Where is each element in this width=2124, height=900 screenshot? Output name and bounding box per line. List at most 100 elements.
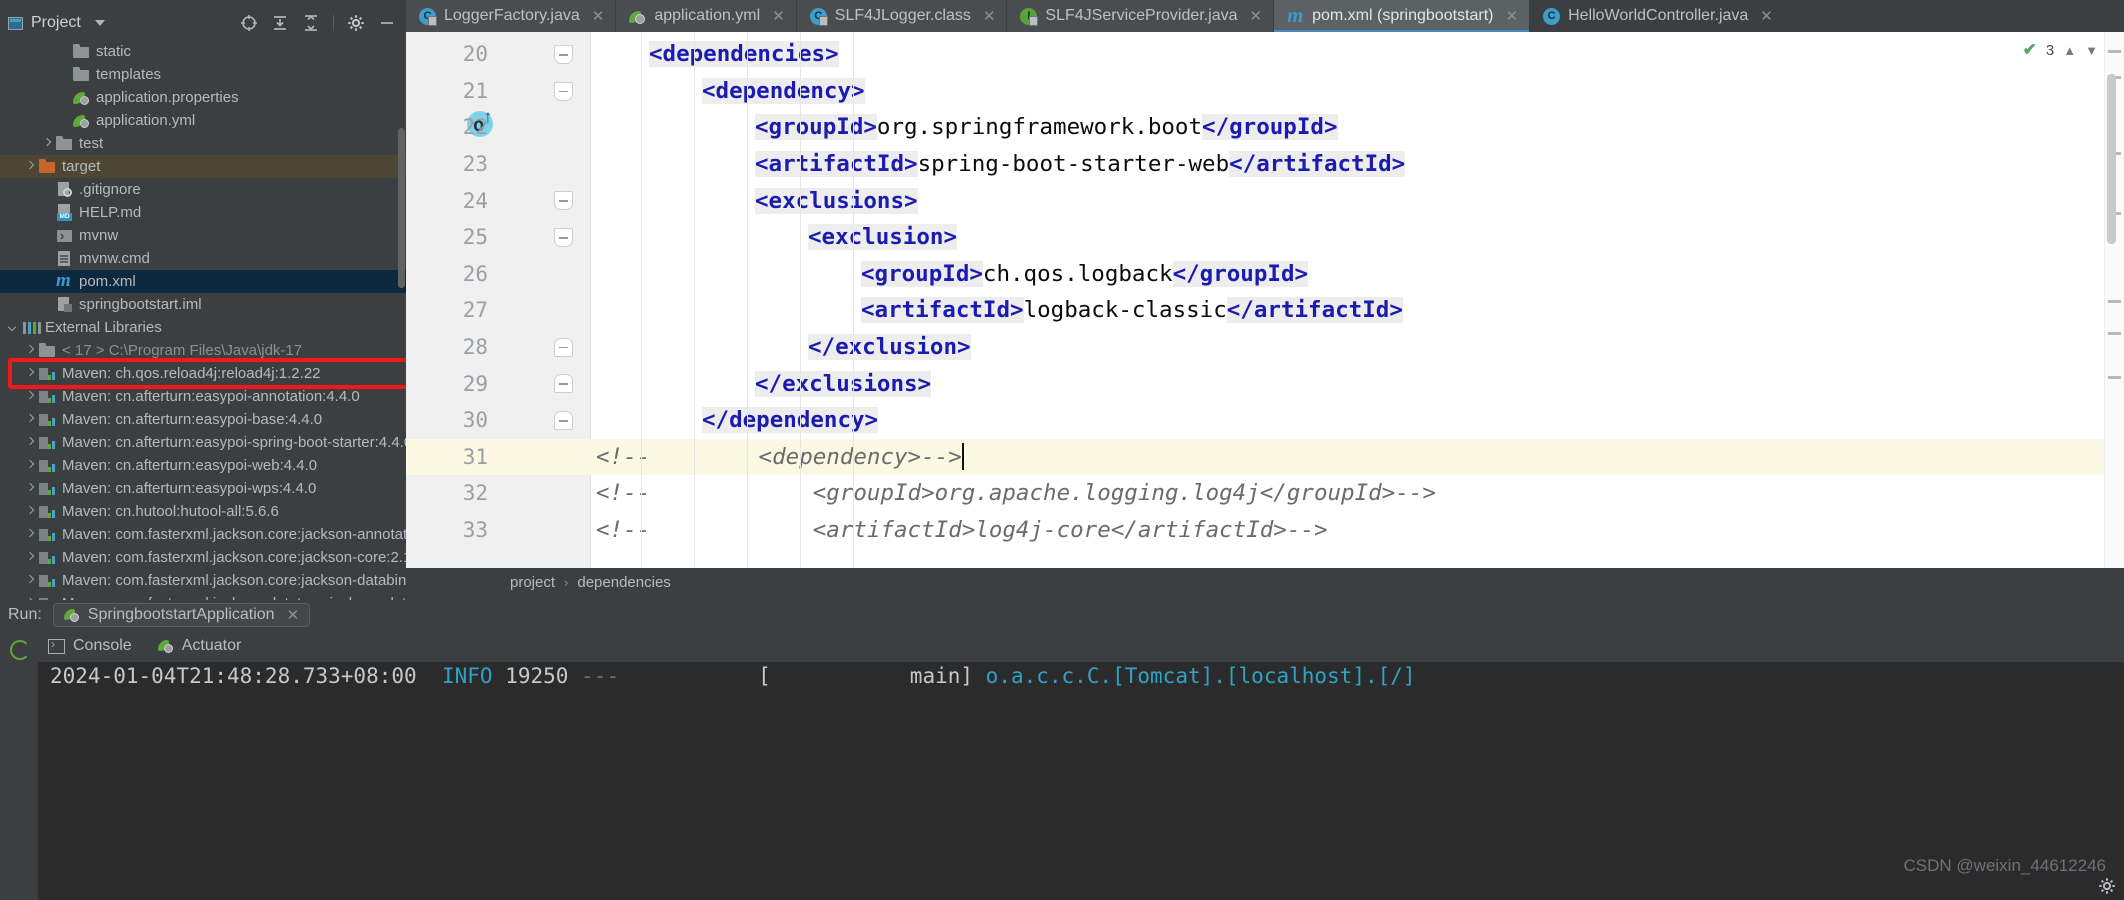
chevron-down-icon[interactable]: ▼ — [2085, 43, 2098, 58]
code-line[interactable]: 26 <groupId> ch.qos.logback </groupId> — [406, 256, 2124, 293]
tree-row[interactable]: .gitignore — [0, 178, 406, 201]
fold-toggle-icon[interactable] — [554, 81, 573, 101]
iml-icon — [56, 296, 73, 313]
tree-row[interactable]: Maven: ch.qos.reload4j:reload4j:1.2.22 — [0, 362, 406, 385]
run-tab-console[interactable]: Console — [48, 637, 132, 655]
close-icon[interactable]: ✕ — [1760, 9, 1773, 24]
close-icon[interactable]: ✕ — [287, 608, 300, 623]
tree-row[interactable]: springbootstart.iml — [0, 293, 406, 316]
tree-row[interactable]: External Libraries — [0, 316, 406, 339]
run-tab-actuator[interactable]: Actuator — [157, 637, 241, 655]
collapse-all-icon[interactable] — [302, 14, 320, 32]
locate-icon[interactable] — [240, 14, 258, 32]
expand-all-icon[interactable] — [271, 14, 289, 32]
code-line[interactable]: 30 </dependency> — [406, 402, 2124, 439]
tree-row[interactable]: Maven: cn.afterturn:easypoi-base:4.4.0 — [0, 408, 406, 431]
tree-row[interactable]: target — [0, 155, 406, 178]
tree-row[interactable]: application.properties — [0, 86, 406, 109]
fold-toggle-icon[interactable] — [554, 374, 573, 394]
console-output[interactable]: 2024-01-04T21:48:28.733+08:00 INFO 19250… — [38, 662, 2124, 900]
chevron-right-icon[interactable] — [25, 437, 36, 448]
tree-row[interactable]: Maven: com.fasterxml.jackson.core:jackso… — [0, 523, 406, 546]
code-line[interactable]: 20 <dependencies> — [406, 36, 2124, 73]
chevron-right-icon[interactable] — [25, 552, 36, 563]
tree-row[interactable]: templates — [0, 63, 406, 86]
tree-row[interactable]: application.yml — [0, 109, 406, 132]
breadcrumb-item-project[interactable]: project — [510, 574, 555, 591]
fold-toggle-icon[interactable] — [554, 191, 573, 211]
chevron-right-icon[interactable] — [25, 460, 36, 471]
chevron-right-icon[interactable] — [25, 368, 36, 379]
code-line[interactable]: 24 <exclusions> — [406, 182, 2124, 219]
code-line[interactable]: 25 <exclusion> — [406, 219, 2124, 256]
code-lines[interactable]: 20 <dependencies> 21 <dependency> 22 <groupId… — [406, 32, 2124, 568]
inspections-widget[interactable]: ✔ 3 ▲ ▼ — [2023, 40, 2098, 60]
project-title-group[interactable]: Project — [8, 14, 105, 32]
editor-tab-slf4jserviceprovider-java[interactable]: SLF4JServiceProvider.java ✕ — [1007, 0, 1275, 32]
tree-row[interactable]: static — [0, 40, 406, 63]
log-pid: 19250 — [505, 664, 569, 688]
close-icon[interactable]: ✕ — [983, 9, 996, 24]
xml-tag-token: <dependency> — [702, 77, 865, 104]
close-icon[interactable]: ✕ — [1505, 9, 1518, 24]
editor-tab-slf4jlogger-class[interactable]: SLF4JLogger.class ✕ — [796, 0, 1008, 32]
chevron-right-icon[interactable] — [25, 161, 36, 172]
fold-toggle-icon[interactable] — [554, 228, 573, 247]
tree-row[interactable]: Maven: cn.afterturn:easypoi-annotation:4… — [0, 385, 406, 408]
chevron-down-icon[interactable] — [94, 20, 105, 26]
code-line[interactable]: 28 </exclusion> — [406, 329, 2124, 366]
tree-row[interactable]: test — [0, 132, 406, 155]
tree-row[interactable]: Maven: cn.hutool:hutool-all:5.6.6 — [0, 500, 406, 523]
tree-row[interactable]: Maven: com.fasterxml.jackson.core:jackso… — [0, 569, 406, 592]
breadcrumb-item-dependencies[interactable]: dependencies — [577, 574, 670, 591]
fold-toggle-icon[interactable] — [554, 411, 573, 430]
tree-row[interactable]: mvnw.cmd — [0, 247, 406, 270]
code-line[interactable]: 33 <!-- <artifactId>log4j-core</artifactI… — [406, 512, 2124, 549]
chevron-right-icon[interactable] — [25, 529, 36, 540]
fold-toggle-icon[interactable] — [554, 337, 573, 357]
chevron-right-icon[interactable] — [42, 138, 53, 149]
xml-comment-token: <!-- <groupId>org.apache.logging.log4j</… — [596, 480, 1436, 507]
chevron-down-icon[interactable] — [8, 322, 19, 333]
editor-tab-pom-xml-springbootstart[interactable]: pom.xml (springbootstart) ✕ — [1274, 0, 1531, 32]
tree-row[interactable]: Maven: cn.afterturn:easypoi-web:4.4.0 — [0, 454, 406, 477]
chevron-right-icon[interactable] — [25, 483, 36, 494]
code-editor[interactable]: o ↑ 20 <dependencies> 21 <dependency> 22 <grou… — [406, 32, 2124, 568]
close-icon[interactable]: ✕ — [592, 9, 605, 24]
code-line[interactable]: 21 <dependency> — [406, 73, 2124, 110]
chevron-right-icon[interactable] — [25, 575, 36, 586]
tree-row[interactable]: pom.xml — [0, 270, 406, 293]
maven-lib-icon — [39, 434, 56, 451]
close-icon[interactable]: ✕ — [1250, 9, 1263, 24]
editor-vertical-scrollbar[interactable] — [2107, 74, 2116, 244]
fold-toggle-icon[interactable] — [554, 45, 573, 64]
run-configuration-chip[interactable]: SpringbootstartApplication ✕ — [52, 603, 311, 627]
editor-tab-application-yml[interactable]: application.yml ✕ — [616, 0, 797, 32]
tree-row[interactable]: mvnw — [0, 224, 406, 247]
tree-row[interactable]: < 17 > C:\Program Files\Java\jdk-17 — [0, 339, 406, 362]
chevron-up-icon[interactable]: ▲ — [2063, 43, 2076, 58]
settings-icon[interactable] — [2098, 877, 2116, 895]
code-line[interactable]: 23 <artifactId> spring-boot-starter-web </a… — [406, 146, 2124, 183]
chevron-right-icon[interactable] — [25, 391, 36, 402]
breadcrumb[interactable]: project › dependencies — [406, 568, 2124, 596]
chevron-right-icon[interactable] — [25, 345, 36, 356]
chevron-right-icon[interactable] — [25, 506, 36, 517]
editor-tab-loggerfactory-java[interactable]: LoggerFactory.java ✕ — [406, 0, 617, 32]
gear-icon[interactable] — [347, 14, 365, 32]
code-line[interactable]: 29 </exclusions> — [406, 365, 2124, 402]
minimize-icon[interactable] — [378, 14, 396, 32]
sidebar-scrollbar[interactable] — [398, 128, 405, 288]
tree-row[interactable]: Maven: cn.afterturn:easypoi-spring-boot-… — [0, 431, 406, 454]
code-line[interactable]: 32 <!-- <groupId>org.apache.logging.log4j… — [406, 475, 2124, 512]
chevron-right-icon[interactable] — [25, 414, 36, 425]
code-line[interactable]: 27 <artifactId> logback-classic </artifactI… — [406, 292, 2124, 329]
code-line-text: </dependency> — [702, 402, 879, 439]
tree-row[interactable]: Maven: com.fasterxml.jackson.core:jackso… — [0, 546, 406, 569]
code-line[interactable]: 22 <groupId> org.springframework.boot </gro… — [406, 109, 2124, 146]
tree-row[interactable]: Maven: cn.afterturn:easypoi-wps:4.4.0 — [0, 477, 406, 500]
code-line[interactable]: 31 <!-- <dependency>--> — [406, 438, 2124, 476]
editor-tab-helloworldcontroller-java[interactable]: HelloWorldController.java ✕ — [1530, 0, 1785, 32]
tree-row[interactable]: HELP.md — [0, 201, 406, 224]
close-icon[interactable]: ✕ — [772, 9, 785, 24]
